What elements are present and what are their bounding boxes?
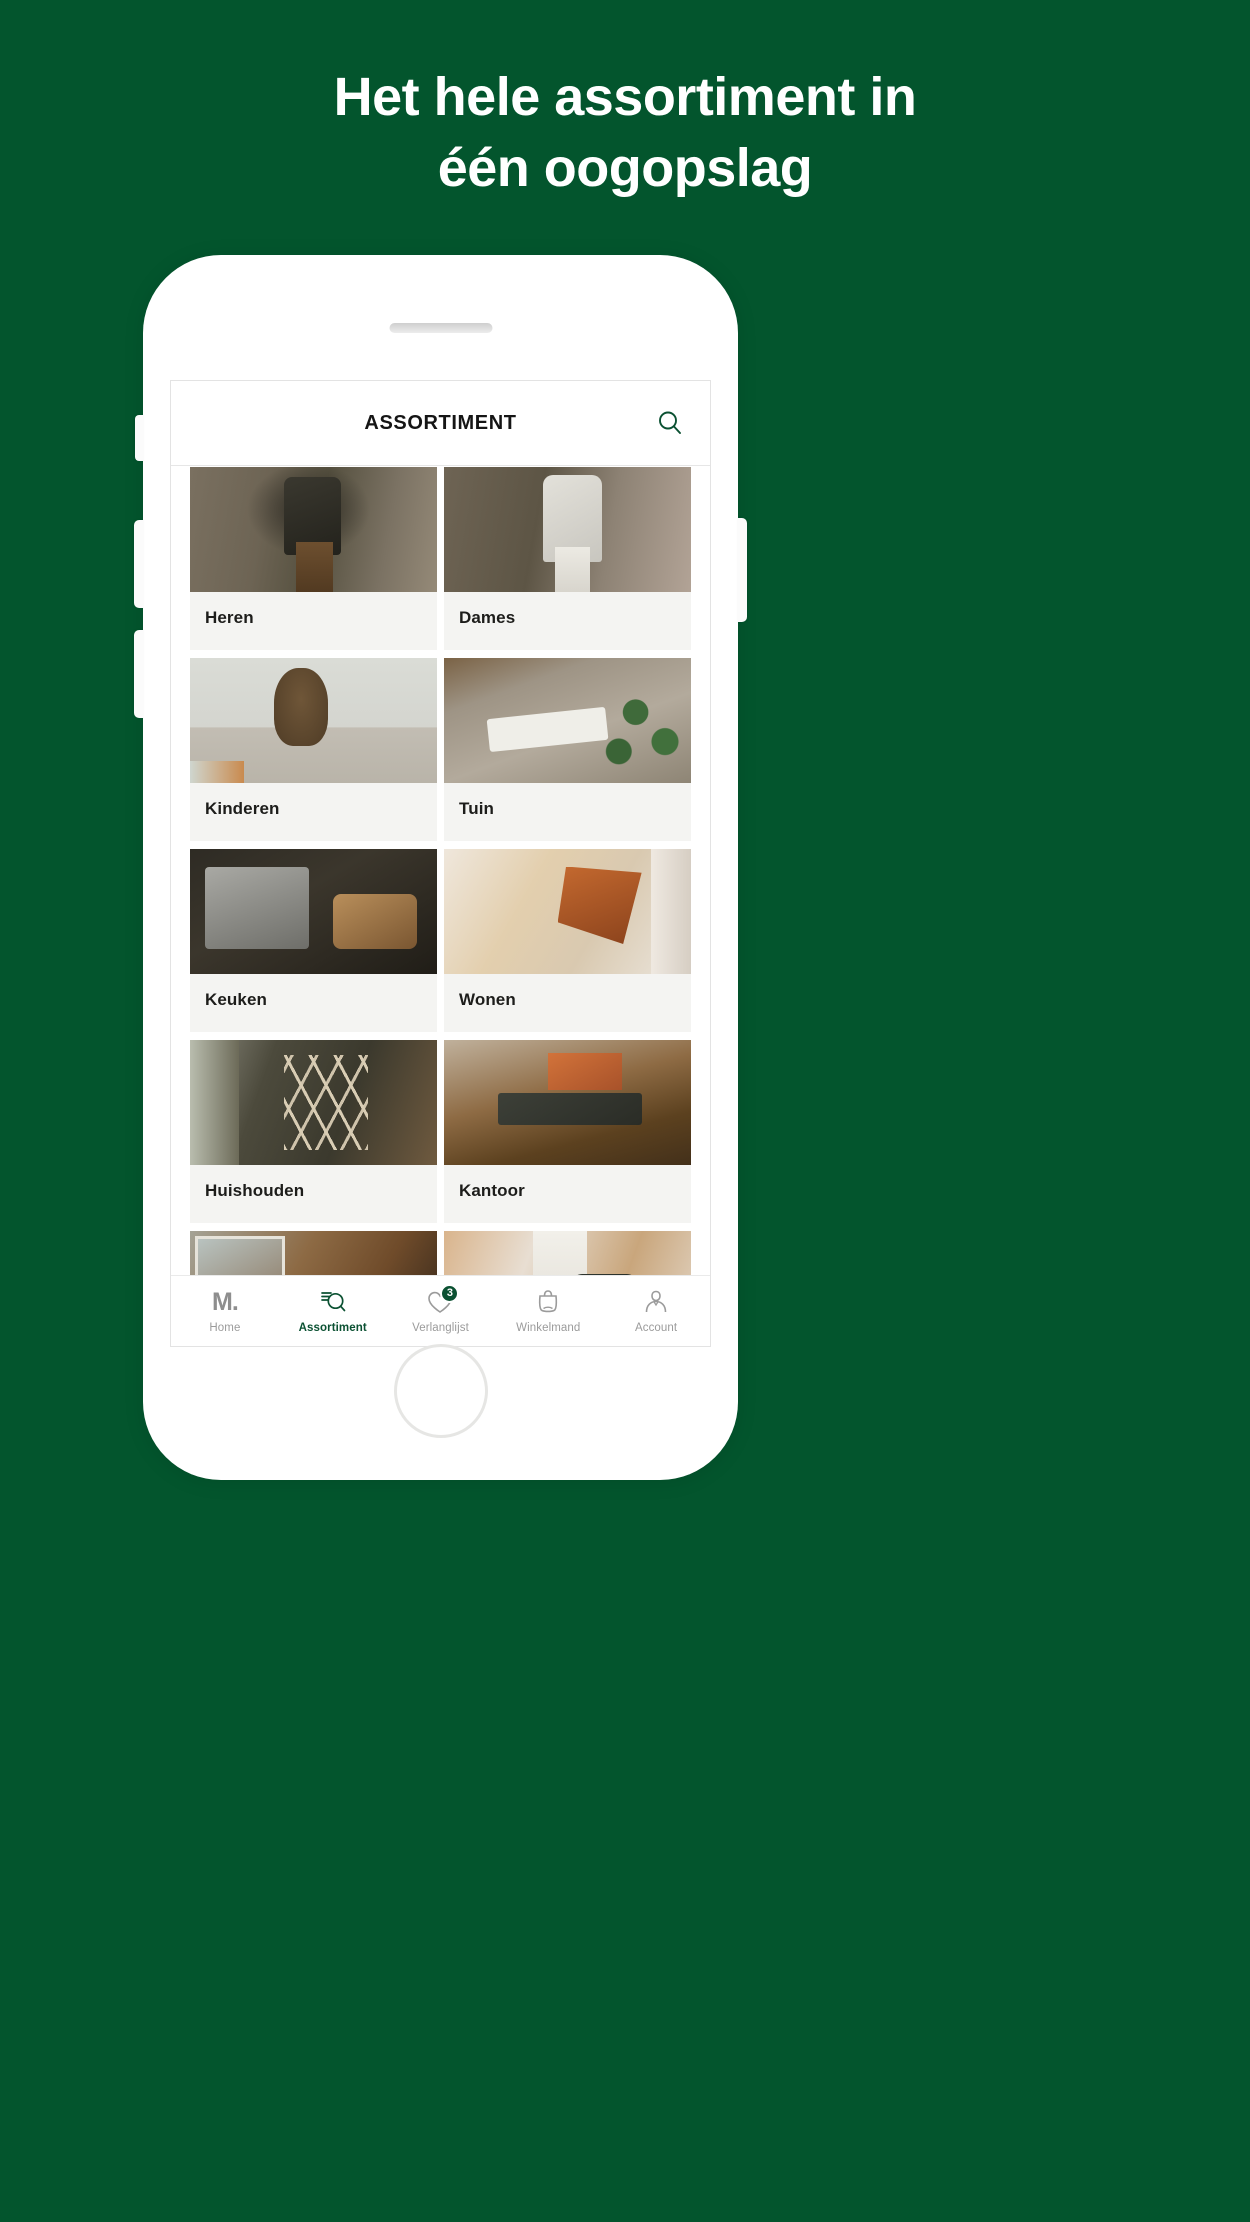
- nav-item-verlanglijst[interactable]: 3 Verlanglijst: [387, 1283, 495, 1334]
- category-tile-kantoor[interactable]: Kantoor: [444, 1040, 691, 1223]
- category-label: Wonen: [459, 990, 516, 1009]
- nav-label: Home: [209, 1321, 241, 1334]
- shopping-bag-icon: [531, 1289, 565, 1316]
- category-tile-wonen[interactable]: Wonen: [444, 849, 691, 1032]
- category-tile-dames[interactable]: Dames: [444, 467, 691, 650]
- m-logo-icon: M.: [212, 1287, 239, 1316]
- phone-screen: ASSORTIMENT Heren Dames Kinderen Tuin Ke…: [170, 380, 711, 1347]
- category-tile-tuin[interactable]: Tuin: [444, 658, 691, 841]
- power-button[interactable]: [737, 518, 747, 622]
- category-grid: Heren Dames Kinderen Tuin Keuken Wonen H…: [171, 467, 710, 1275]
- category-label: Huishouden: [205, 1181, 305, 1200]
- silent-switch[interactable]: [135, 415, 144, 461]
- volume-up-button[interactable]: [134, 520, 144, 608]
- nav-item-winkelmand[interactable]: Winkelmand: [494, 1289, 602, 1334]
- category-image: [190, 849, 437, 974]
- page-headline: Het hele assortiment in één oogopslag: [0, 62, 1250, 205]
- category-image: [444, 1040, 691, 1165]
- search-icon[interactable]: [652, 405, 688, 441]
- nav-label: Winkelmand: [516, 1321, 581, 1334]
- category-label: Kantoor: [459, 1181, 525, 1200]
- category-tile-partial-right[interactable]: [444, 1231, 691, 1275]
- nav-item-home[interactable]: M. Home: [171, 1289, 279, 1334]
- speaker-grille: [389, 323, 492, 333]
- headline-line-2: één oogopslag: [437, 138, 813, 199]
- nav-label: Assortiment: [298, 1321, 367, 1334]
- home-button[interactable]: [393, 1344, 488, 1438]
- headline-line-1: Het hele assortiment in: [333, 67, 917, 127]
- category-tile-huishouden[interactable]: Huishouden: [190, 1040, 437, 1223]
- category-label: Dames: [459, 608, 516, 627]
- volume-down-button[interactable]: [134, 630, 144, 718]
- category-tile-heren[interactable]: Heren: [190, 467, 437, 650]
- bottom-navigation: M. Home Assortiment 3 Verlanglijst Winke…: [171, 1275, 710, 1346]
- category-tile-keuken[interactable]: Keuken: [190, 849, 437, 1032]
- category-label: Keuken: [205, 990, 268, 1009]
- nav-item-assortiment[interactable]: Assortiment: [279, 1289, 387, 1334]
- wishlist-badge: 3: [440, 1283, 460, 1303]
- person-icon: [639, 1289, 673, 1316]
- heart-icon: 3: [423, 1283, 460, 1316]
- category-image: [190, 1040, 437, 1165]
- app-header: ASSORTIMENT: [171, 381, 710, 466]
- page-title: ASSORTIMENT: [364, 411, 517, 434]
- category-image: [444, 1231, 691, 1275]
- list-search-icon: [316, 1289, 350, 1316]
- nav-item-account[interactable]: Account: [602, 1289, 710, 1334]
- category-image: [444, 658, 691, 783]
- category-tile-kinderen[interactable]: Kinderen: [190, 658, 437, 841]
- category-image: [190, 467, 437, 592]
- category-image: [190, 658, 437, 783]
- category-label: Tuin: [459, 799, 495, 818]
- category-label: Kinderen: [205, 799, 280, 818]
- category-image: [190, 1231, 437, 1275]
- category-image: [444, 467, 691, 592]
- nav-label: Account: [634, 1321, 678, 1334]
- category-label: Heren: [205, 608, 254, 627]
- category-tile-partial-left[interactable]: [190, 1231, 437, 1275]
- nav-label: Verlanglijst: [412, 1321, 469, 1334]
- phone-mockup: ASSORTIMENT Heren Dames Kinderen Tuin Ke…: [134, 255, 747, 1480]
- category-image: [444, 849, 691, 974]
